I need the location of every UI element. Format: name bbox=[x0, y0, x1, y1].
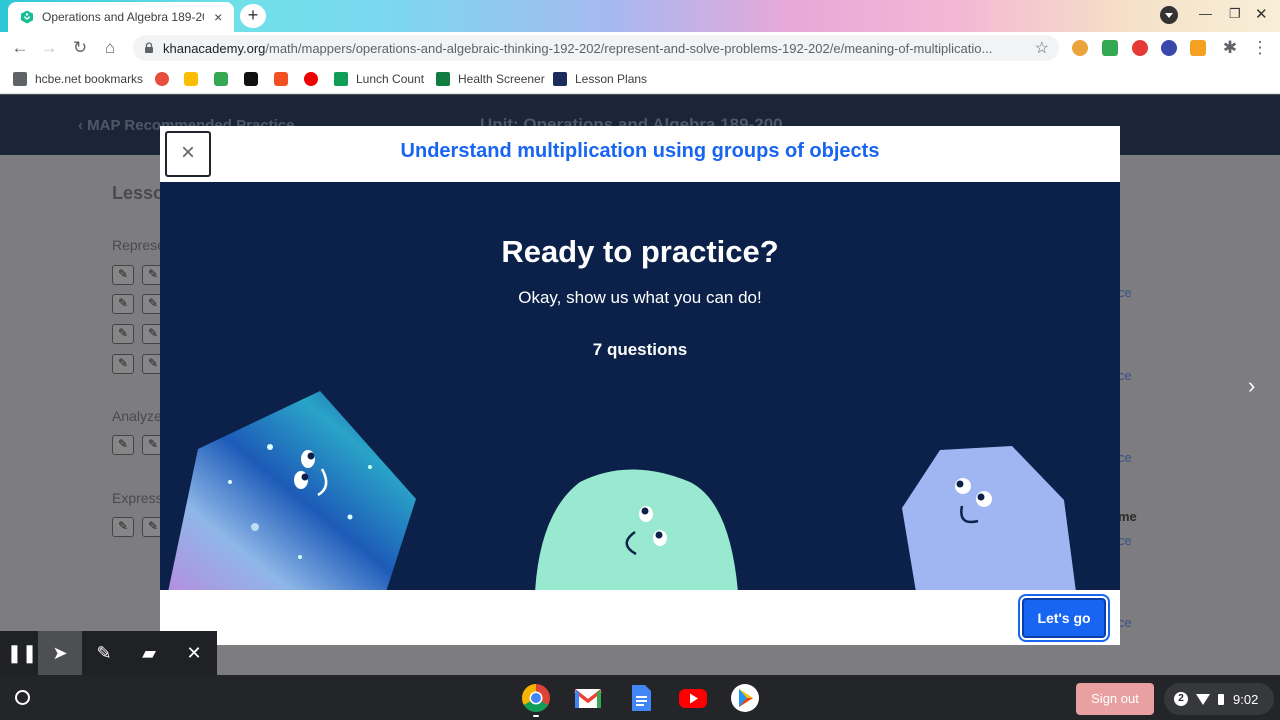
practice-link[interactable]: ce bbox=[1118, 368, 1132, 383]
section-label: Represe bbox=[112, 237, 165, 253]
periwinkle-creature-illustration bbox=[902, 446, 1076, 590]
browser-toolbar: ← → ↻ ⌂ khanacademy.org /math/mappers/op… bbox=[0, 32, 1280, 64]
bookmark-lunch-count[interactable]: Lunch Count bbox=[334, 72, 424, 86]
modal-title: Understand multiplication using groups o… bbox=[400, 140, 880, 162]
os-shelf: Sign out 2 9:02 bbox=[0, 675, 1280, 720]
practice-link[interactable]: ce bbox=[1118, 615, 1132, 630]
folder-icon bbox=[13, 72, 27, 86]
skill-pencil-icon[interactable] bbox=[112, 354, 134, 374]
url-path: /math/mappers/operations-and-algebraic-t… bbox=[265, 40, 993, 56]
section-label: Express bbox=[112, 490, 163, 506]
skill-pencil-icon[interactable] bbox=[112, 294, 134, 314]
lesson-heading: Lesso bbox=[112, 183, 165, 203]
bookmark-icon-1[interactable] bbox=[155, 72, 169, 86]
new-tab-button[interactable]: + bbox=[240, 4, 266, 28]
youtube-app-icon[interactable] bbox=[678, 683, 708, 713]
chrome-app-icon[interactable] bbox=[521, 683, 551, 713]
drive-icon[interactable] bbox=[184, 72, 198, 86]
extension-icon-2[interactable] bbox=[1102, 40, 1118, 56]
bookmark-icon-6[interactable] bbox=[304, 72, 318, 86]
classroom-icon[interactable] bbox=[214, 72, 228, 86]
section-label: Analyze bbox=[112, 408, 162, 424]
tab-title: Operations and Algebra 189-200 bbox=[42, 10, 205, 24]
menu-kebab-icon[interactable]: ⋮ bbox=[1249, 38, 1271, 58]
skill-pencil-icon[interactable] bbox=[112, 517, 134, 537]
mint-creature-illustration bbox=[535, 469, 738, 590]
ready-subtitle: Okay, show us what you can do! bbox=[518, 288, 762, 307]
extension-new-icon[interactable] bbox=[1190, 40, 1206, 56]
creature-eye bbox=[301, 450, 315, 468]
restore-icon[interactable]: ❐ bbox=[1229, 6, 1241, 22]
launcher-icon[interactable] bbox=[15, 690, 30, 705]
bookmark-lesson-plans[interactable]: Lesson Plans bbox=[553, 72, 647, 86]
pen-icon[interactable]: ✎ bbox=[82, 631, 126, 675]
modal-footer: Let's go bbox=[160, 590, 1120, 645]
excel-icon bbox=[436, 72, 450, 86]
bookmark-hcbe[interactable]: hcbe.net bookmarks bbox=[13, 72, 143, 86]
skill-pencil-icon[interactable] bbox=[112, 265, 134, 285]
skill-pencil-icon[interactable] bbox=[112, 324, 134, 344]
bookmark-star-icon[interactable]: ☆ bbox=[1035, 38, 1049, 58]
puzzle-extensions-icon[interactable]: ✱ bbox=[1219, 38, 1241, 58]
eraser-icon[interactable]: ▰ bbox=[127, 631, 171, 675]
tab-search-icon[interactable] bbox=[1160, 6, 1178, 24]
minimize-icon[interactable]: — bbox=[1199, 6, 1212, 21]
lesson-label: me bbox=[1118, 509, 1137, 524]
url-host: khanacademy.org bbox=[163, 40, 266, 56]
bookmark-icon-4[interactable] bbox=[244, 72, 258, 86]
sign-out-button[interactable]: Sign out bbox=[1076, 683, 1154, 715]
chevron-right-icon[interactable]: › bbox=[1248, 373, 1255, 399]
browser-tab-active[interactable]: Operations and Algebra 189-200 × bbox=[8, 2, 234, 32]
tab-close-icon[interactable]: × bbox=[210, 9, 226, 25]
wifi-icon bbox=[1196, 693, 1210, 705]
practice-link[interactable]: ce bbox=[1118, 450, 1132, 465]
microsoft-icon[interactable] bbox=[274, 72, 288, 86]
modal-header: × Understand multiplication using groups… bbox=[160, 126, 1120, 182]
lock-icon bbox=[145, 42, 153, 53]
play-store-app-icon[interactable] bbox=[730, 683, 760, 713]
question-count: 7 questions bbox=[592, 340, 688, 359]
bookmarks-bar: hcbe.net bookmarks Lunch Count Health Sc… bbox=[0, 64, 1280, 94]
notification-badge: 2 bbox=[1174, 692, 1188, 706]
close-annotation-icon[interactable]: ✕ bbox=[172, 631, 216, 675]
running-indicator bbox=[533, 715, 539, 717]
home-icon[interactable]: ⌂ bbox=[99, 38, 121, 58]
docs-app-icon[interactable] bbox=[626, 683, 656, 713]
practice-modal: × Understand multiplication using groups… bbox=[160, 126, 1120, 645]
back-icon[interactable]: ← bbox=[9, 38, 31, 58]
battery-icon bbox=[1218, 693, 1224, 705]
pointer-icon[interactable]: ➤ bbox=[38, 631, 82, 675]
gmail-app-icon[interactable] bbox=[573, 683, 603, 713]
close-window-icon[interactable]: ✕ bbox=[1255, 5, 1268, 23]
bookmark-health-screener[interactable]: Health Screener bbox=[436, 72, 545, 86]
modal-body: Ready to practice? Okay, show us what yo… bbox=[160, 182, 1120, 590]
extension-icon-1[interactable] bbox=[1072, 40, 1088, 56]
extension-icon-4[interactable] bbox=[1161, 40, 1177, 56]
lets-go-button[interactable]: Let's go bbox=[1022, 598, 1106, 638]
reload-icon[interactable]: ↻ bbox=[69, 38, 91, 58]
browser-tab-strip: Operations and Algebra 189-200 × + — ❐ ✕ bbox=[0, 0, 1280, 32]
forward-icon[interactable]: → bbox=[38, 38, 60, 58]
practice-link[interactable]: ce bbox=[1118, 285, 1132, 300]
sheets-icon bbox=[334, 72, 348, 86]
address-bar[interactable]: khanacademy.org /math/mappers/operations… bbox=[133, 35, 1059, 61]
practice-link[interactable]: ce bbox=[1118, 533, 1132, 548]
annotation-toolbar: ❚❚ ➤ ✎ ▰ ✕ bbox=[0, 631, 217, 675]
khan-academy-icon bbox=[21, 10, 33, 24]
galaxy-creature-illustration bbox=[168, 391, 416, 590]
skill-pencil-icon[interactable] bbox=[112, 435, 134, 455]
extension-icon-3[interactable] bbox=[1132, 40, 1148, 56]
ready-heading: Ready to practice? bbox=[501, 234, 779, 269]
clock-time: 9:02 bbox=[1233, 691, 1259, 707]
calendar-icon bbox=[553, 72, 567, 86]
status-tray[interactable]: 2 9:02 bbox=[1164, 683, 1274, 715]
